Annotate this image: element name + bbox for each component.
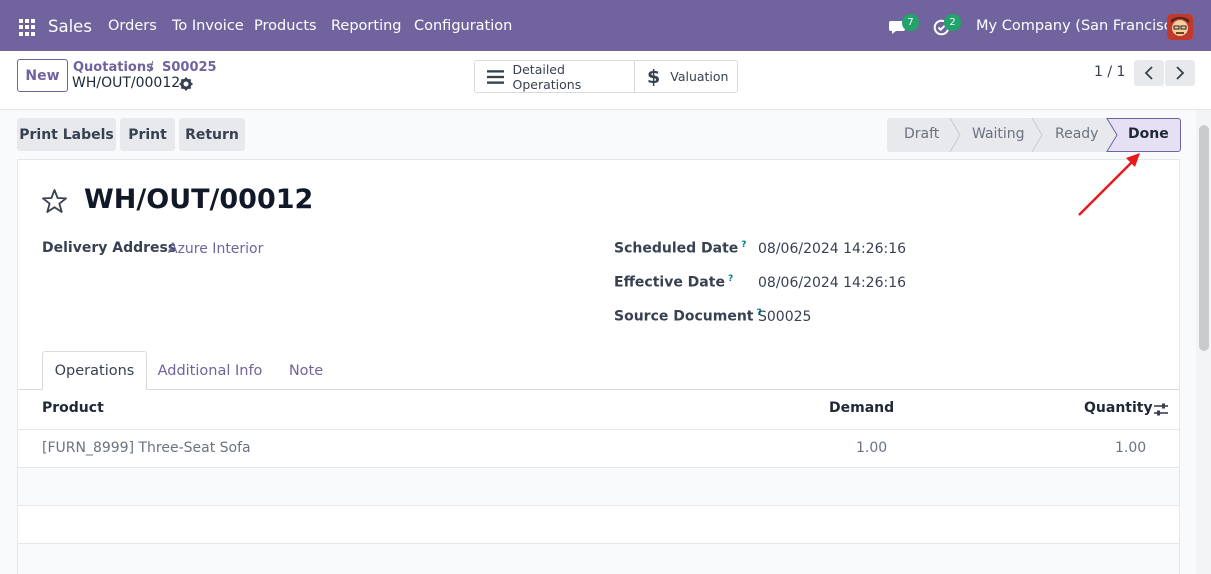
status-ready[interactable]: Ready [1055,126,1098,142]
valuation-label: Valuation [670,69,729,84]
empty-table-row [18,468,1179,505]
company-switcher[interactable]: My Company (San Francisco) [976,18,1186,34]
quantity-cell[interactable]: 1.00 [1115,440,1146,456]
pager-previous-button[interactable] [1134,60,1164,86]
empty-table-row [18,544,1179,574]
menu-orders[interactable]: Orders [108,18,157,34]
dollar-icon: $ [647,65,661,88]
star-icon[interactable] [41,188,68,215]
detailed-operations-button[interactable]: Detailed Operations [475,61,635,92]
control-panel: New Quotations / S00025 WH/OUT/00012 Det… [0,51,1211,110]
menu-to-invoice[interactable]: To Invoice [172,18,244,34]
breadcrumb-quotations[interactable]: Quotations [73,60,154,75]
menu-configuration[interactable]: Configuration [414,18,512,34]
product-cell[interactable]: [FURN_8999] Three-Seat Sofa [42,440,251,456]
column-header-quantity[interactable]: Quantity [1084,400,1153,416]
delivery-address-value[interactable]: Azure Interior [168,241,263,257]
breadcrumb-separator: / [149,60,154,75]
delivery-address-label: Delivery Address [42,240,177,256]
print-button[interactable]: Print [120,118,175,151]
top-navbar: Sales Orders To Invoice Products Reporti… [0,0,1211,51]
help-icon[interactable]: ? [741,240,746,250]
demand-cell[interactable]: 1.00 [856,440,887,456]
valuation-button[interactable]: $ Valuation [635,61,737,92]
tab-operations[interactable]: Operations [42,351,147,390]
app-brand[interactable]: Sales [48,17,92,36]
column-header-product[interactable]: Product [42,400,104,416]
print-labels-button[interactable]: Print Labels [17,118,116,151]
menu-reporting[interactable]: Reporting [331,18,402,34]
return-button[interactable]: Return [179,118,245,151]
pager-next-button[interactable] [1165,60,1195,86]
gear-icon[interactable] [179,77,193,91]
pager-value[interactable]: 1 / 1 [1094,64,1125,80]
list-icon [487,69,505,84]
user-avatar[interactable] [1167,14,1193,40]
status-done[interactable]: Done [1128,126,1169,142]
scheduled-date-label: Scheduled Date? [614,240,747,257]
activity-badge: 2 [944,14,961,31]
record-title: WH/OUT/00012 [84,184,314,215]
column-settings-icon[interactable] [1154,403,1168,416]
status-draft[interactable]: Draft [904,126,939,142]
menu-products[interactable]: Products [254,18,317,34]
tab-additional-info[interactable]: Additional Info [153,351,267,390]
breadcrumb-current: WH/OUT/00012 [72,75,181,91]
smart-buttons: Detailed Operations $ Valuation [474,60,738,93]
detailed-operations-label: Detailed Operations [512,61,582,92]
page-scrollbar-thumb[interactable] [1199,125,1209,351]
chevron-right-icon [1176,66,1185,80]
column-header-demand[interactable]: Demand [829,400,894,416]
effective-date-label: Effective Date? [614,274,734,291]
new-button[interactable]: New [17,59,68,92]
chat-badge: 7 [902,14,919,31]
table-row-divider [18,505,1179,506]
effective-date-value[interactable]: 08/06/2024 14:26:16 [758,275,906,291]
tab-note[interactable]: Note [280,351,332,390]
source-document-label: Source Document? [614,308,762,325]
chevron-left-icon [1144,66,1153,80]
apps-menu-icon[interactable] [19,19,36,36]
scheduled-date-value[interactable]: 08/06/2024 14:26:16 [758,241,906,257]
breadcrumb-order[interactable]: S00025 [162,60,217,75]
annotation-arrow [1078,153,1140,216]
status-waiting[interactable]: Waiting [972,126,1025,142]
table-header-divider [18,429,1179,430]
help-icon[interactable]: ? [728,274,733,284]
source-document-value[interactable]: S00025 [758,309,811,325]
